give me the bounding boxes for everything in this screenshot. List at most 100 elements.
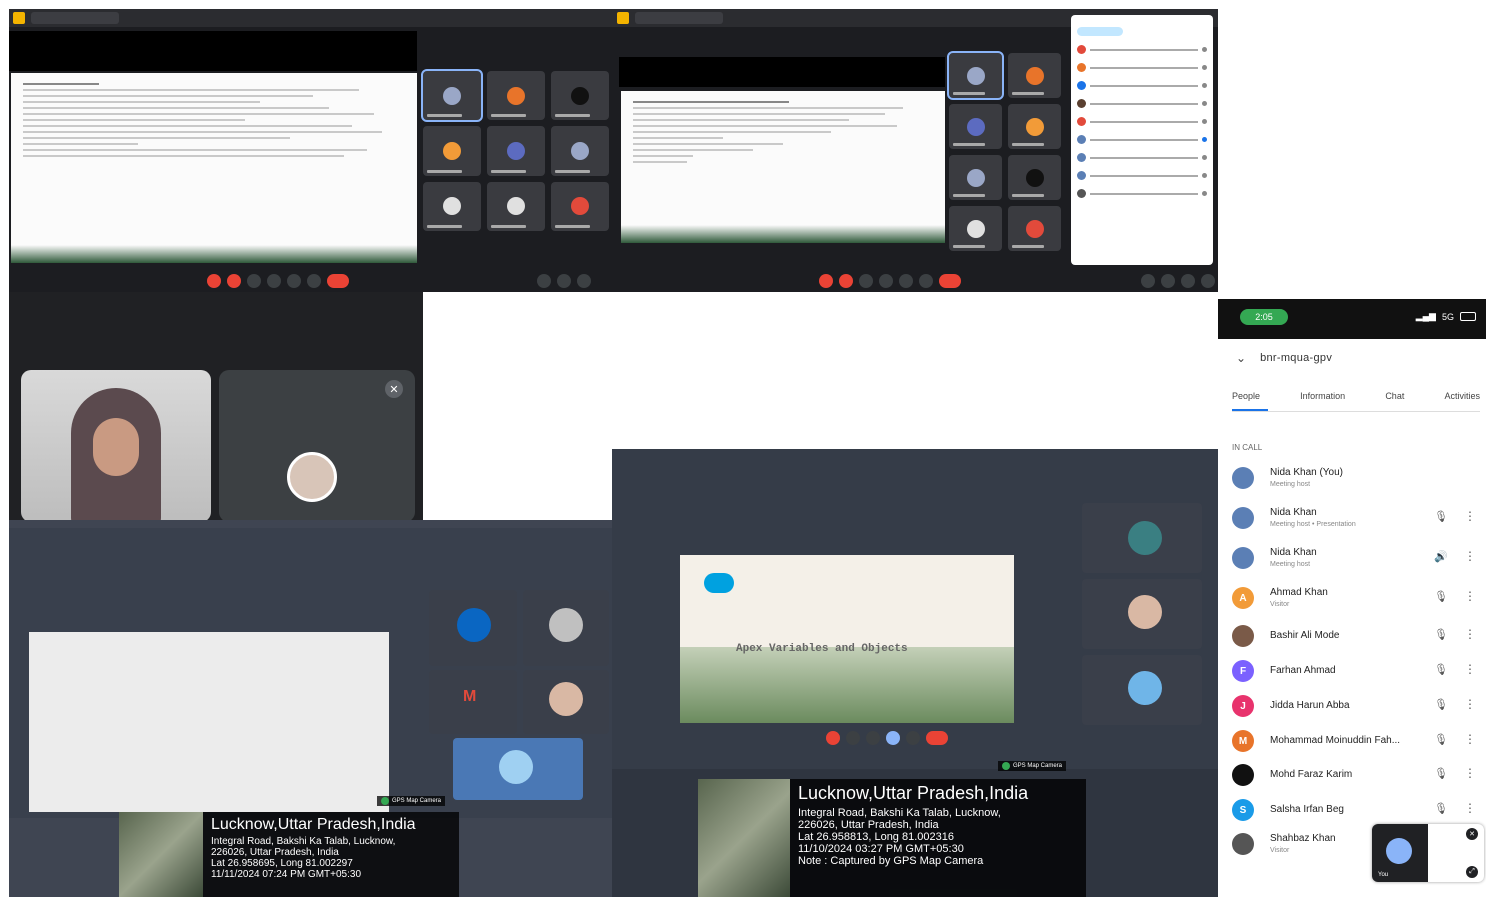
people-row[interactable] <box>1077 81 1207 90</box>
more-options-button[interactable] <box>906 731 920 745</box>
close-icon[interactable]: ✕ <box>1466 828 1478 840</box>
more-vert-icon[interactable]: ⋮ <box>1464 589 1476 603</box>
hang-up-button[interactable] <box>939 274 961 288</box>
browser-tab[interactable] <box>635 12 723 24</box>
hang-up-button[interactable] <box>327 274 349 288</box>
participant-tile[interactable] <box>1082 579 1202 649</box>
more-vert-icon[interactable]: ⋮ <box>1464 662 1476 676</box>
mic-off-icon[interactable]: 🎙 <box>1434 663 1448 676</box>
participant-tile[interactable] <box>523 590 609 666</box>
raise-hand-button[interactable] <box>267 274 281 288</box>
participant-row[interactable]: M Mohammad Moinuddin Fah... 🎙 ⋮ <box>1232 724 1480 758</box>
participant-tile[interactable] <box>487 181 545 231</box>
people-row[interactable] <box>1077 189 1207 198</box>
mic-off-icon[interactable]: 🎙 <box>1434 628 1448 641</box>
browser-tab[interactable] <box>31 12 119 24</box>
participant-tile[interactable] <box>523 670 609 734</box>
tab-people[interactable]: People <box>1232 391 1260 401</box>
participant-tile[interactable] <box>551 181 609 231</box>
mic-off-icon[interactable]: 🎙 <box>1434 733 1448 746</box>
participant-row[interactable]: Bashir Ali Mode 🎙 ⋮ <box>1232 619 1480 653</box>
people-row[interactable] <box>1077 153 1207 162</box>
info-button[interactable] <box>1141 274 1155 288</box>
participant-tile[interactable] <box>423 181 481 231</box>
participant-tile[interactable] <box>487 126 545 176</box>
present-button[interactable] <box>886 731 900 745</box>
participant-tile[interactable] <box>1008 104 1061 149</box>
present-button[interactable] <box>899 274 913 288</box>
mic-off-icon[interactable]: 🎙 <box>1434 802 1448 815</box>
participant-row[interactable]: S Salsha Irfan Beg 🎙 ⋮ <box>1232 793 1480 827</box>
participant-row[interactable]: A Ahmad Khan Visitor 🎙 ⋮ <box>1232 581 1480 615</box>
info-button[interactable] <box>537 274 551 288</box>
captions-button[interactable] <box>866 731 880 745</box>
participant-tile[interactable] <box>1008 155 1061 200</box>
more-vert-icon[interactable]: ⋮ <box>1464 627 1476 641</box>
participant-tile[interactable] <box>1082 655 1202 725</box>
more-vert-icon[interactable]: ⋮ <box>1464 732 1476 746</box>
more-options-button[interactable] <box>307 274 321 288</box>
people-button[interactable] <box>1161 274 1175 288</box>
people-row[interactable] <box>1077 63 1207 72</box>
camera-off-button[interactable] <box>839 274 853 288</box>
more-vert-icon[interactable]: ⋮ <box>1464 766 1476 780</box>
expand-icon[interactable]: ⤢ <box>1466 866 1478 878</box>
participant-tile[interactable] <box>1082 503 1202 573</box>
mic-off-icon[interactable]: 🔊 <box>1434 550 1448 563</box>
tab-activities[interactable]: Activities <box>1444 391 1480 401</box>
more-vert-icon[interactable]: ⋮ <box>1464 509 1476 523</box>
more-vert-icon[interactable]: ⋮ <box>1464 549 1476 563</box>
more-options-button[interactable] <box>919 274 933 288</box>
self-view-pip[interactable]: You ✕ ⤢ <box>1372 824 1484 882</box>
participant-avatar-tile[interactable]: ✕ <box>219 370 415 522</box>
participant-tile[interactable] <box>949 104 1002 149</box>
more-vert-icon[interactable]: ⋮ <box>1464 697 1476 711</box>
chat-button[interactable] <box>1181 274 1195 288</box>
participant-tile[interactable] <box>487 71 545 121</box>
participant-tile[interactable] <box>429 590 517 666</box>
participant-row[interactable]: Mohd Faraz Karim 🎙 ⋮ <box>1232 758 1480 792</box>
participant-tile[interactable] <box>421 68 483 123</box>
camera-off-button[interactable] <box>227 274 241 288</box>
participant-row[interactable]: J Jidda Harun Abba 🎙 ⋮ <box>1232 689 1480 723</box>
participant-tile[interactable] <box>551 71 609 121</box>
people-row[interactable] <box>1077 135 1207 144</box>
tab-chat[interactable]: Chat <box>1385 391 1404 401</box>
people-row[interactable] <box>1077 99 1207 108</box>
hang-up-button[interactable] <box>926 731 948 745</box>
mic-off-icon[interactable]: 🎙 <box>1434 590 1448 603</box>
people-row[interactable] <box>1077 45 1207 54</box>
mic-off-button[interactable] <box>207 274 221 288</box>
participant-row[interactable]: Nida Khan Meeting host • Presentation 🎙 ⋮ <box>1232 501 1480 535</box>
activities-button[interactable] <box>1201 274 1215 288</box>
captions-button[interactable] <box>247 274 261 288</box>
participant-tile[interactable] <box>949 206 1002 251</box>
mic-off-icon[interactable]: 🎙 <box>1434 767 1448 780</box>
mic-off-button[interactable] <box>826 731 840 745</box>
participant-video-tile[interactable] <box>21 370 211 522</box>
participant-row[interactable]: Nida Khan (You) Meeting host <box>1232 461 1480 495</box>
participant-tile[interactable] <box>1008 206 1061 251</box>
mic-off-icon[interactable]: 🎙 <box>1434 510 1448 523</box>
people-row[interactable] <box>1077 171 1207 180</box>
present-button[interactable] <box>287 274 301 288</box>
captions-button[interactable] <box>859 274 873 288</box>
participant-tile[interactable] <box>947 51 1004 100</box>
people-button[interactable] <box>557 274 571 288</box>
add-people-chip[interactable] <box>1077 27 1123 36</box>
participant-tile[interactable] <box>423 126 481 176</box>
people-row[interactable] <box>1077 117 1207 126</box>
participant-tile[interactable]: M <box>429 670 517 734</box>
participant-row[interactable]: Nida Khan Meeting host 🔊 ⋮ <box>1232 541 1480 575</box>
participant-tile[interactable] <box>453 738 583 800</box>
chat-button[interactable] <box>577 274 591 288</box>
mic-off-icon[interactable]: 🎙 <box>1434 698 1448 711</box>
chevron-down-icon[interactable]: ⌄ <box>1236 351 1246 365</box>
raise-hand-button[interactable] <box>879 274 893 288</box>
tab-information[interactable]: Information <box>1300 391 1345 401</box>
participant-tile[interactable] <box>1008 53 1061 98</box>
more-vert-icon[interactable]: ⋮ <box>1464 801 1476 815</box>
participant-row[interactable]: F Farhan Ahmad 🎙 ⋮ <box>1232 654 1480 688</box>
participant-tile[interactable] <box>949 155 1002 200</box>
mic-off-button[interactable] <box>819 274 833 288</box>
